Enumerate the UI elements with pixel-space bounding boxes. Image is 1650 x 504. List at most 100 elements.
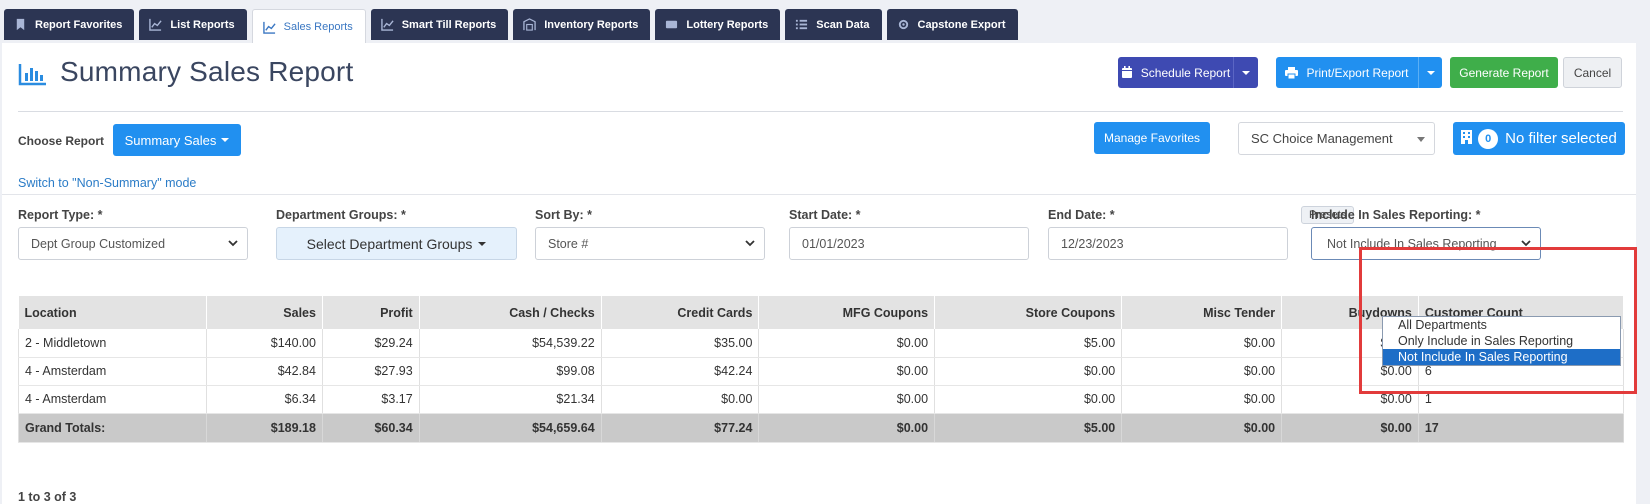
table-cell: $0.00 [1121,385,1283,414]
table-cell: $3.17 [322,385,420,414]
pagination-summary: 1 to 3 of 3 [18,490,77,504]
table-cell: $0.00 [1281,385,1419,414]
report-type-value: Dept Group Customized [31,237,166,251]
bookmark-icon [14,18,27,31]
store-filter-button[interactable]: 0 No filter selected [1453,122,1625,155]
caret-down-icon [1426,70,1435,75]
table-cell: $0.00 [934,357,1123,386]
dropdown-option-selected[interactable]: Not Include In Sales Reporting [1383,349,1620,365]
start-date-label: Start Date: * [789,208,861,222]
print-label: Print/Export Report [1306,65,1409,80]
table-cell: $42.24 [601,357,760,386]
table-cell: $0.00 [758,385,936,414]
table-cell: $0.00 [758,329,936,358]
report-type-label: Report Type: * [18,208,103,222]
tab-capstone-export[interactable]: Capstone Export [886,9,1018,40]
table-cell: $0.00 [1281,413,1419,443]
divider [18,111,1623,112]
table-cell: $5.00 [934,329,1123,358]
table-cell: $0.00 [758,357,936,386]
table-cell: 17 [1418,413,1625,443]
column-header[interactable]: Store Coupons [934,296,1123,329]
tab-sales-reports[interactable]: Sales Reports [251,9,366,44]
print-dropdown-toggle[interactable] [1418,57,1442,88]
table-cell: 1 [1418,385,1625,414]
include-in-sales-select[interactable]: Not Include In Sales Reporting [1311,227,1541,260]
caret-down-icon [221,138,230,142]
schedule-dropdown-toggle[interactable] [1233,57,1258,88]
table-cell: 2 - Middletown [17,329,208,358]
company-select[interactable]: SC Choice Management [1238,122,1435,155]
table-cell: $6.34 [206,385,323,414]
column-header[interactable]: Misc Tender [1121,296,1283,329]
table-cell: $0.00 [1121,357,1283,386]
ticket-icon [665,18,678,31]
building-icon [1461,129,1473,148]
tab-report-favorites[interactable]: Report Favorites [4,9,135,40]
report-tabs: Report Favorites List Reports Sales Repo… [4,9,1018,44]
table-cell: $0.00 [1121,413,1283,443]
tab-label: Scan Data [816,18,870,31]
table-cell: $42.84 [206,357,323,386]
divider [2,194,1650,195]
bar-chart-icon [18,64,46,86]
table-cell: $35.00 [601,329,760,358]
department-groups-label: Department Groups: * [276,208,406,222]
end-date-label: End Date: * [1048,208,1115,222]
column-header[interactable]: Profit [322,296,420,329]
table-cell: $60.34 [322,413,420,443]
caret-down-icon [478,241,487,246]
table-row: 4 - Amsterdam $6.34 $3.17 $21.34 $0.00 $… [17,385,1625,414]
column-header[interactable]: Cash / Checks [419,296,602,329]
tab-scan-data[interactable]: Scan Data [785,9,882,40]
schedule-report-button[interactable]: Schedule Report [1118,57,1233,88]
table-cell: $140.00 [206,329,323,358]
table-cell: $189.18 [206,413,323,443]
sort-by-label: Sort By: * [535,208,592,222]
cancel-button[interactable]: Cancel [1563,57,1622,88]
choose-report-dropdown[interactable]: Summary Sales [113,124,241,156]
report-button-label: Summary Sales [124,132,217,148]
manage-favorites-button[interactable]: Manage Favorites [1094,122,1210,154]
print-export-button[interactable]: Print/Export Report [1276,57,1418,88]
page-title: Summary Sales Report [60,56,354,87]
dropdown-option[interactable]: Only Include in Sales Reporting [1383,333,1620,349]
schedule-label: Schedule Report [1140,65,1231,80]
report-type-select[interactable]: Dept Group Customized [18,227,248,260]
column-header[interactable]: Sales [206,296,323,329]
dropdown-option[interactable]: All Departments [1383,317,1620,333]
sort-by-select[interactable]: Store # [535,227,765,260]
tab-inventory-reports[interactable]: Inventory Reports [513,9,651,40]
table-cell: $29.24 [322,329,420,358]
dept-groups-button-label: Select Department Groups [306,235,473,252]
trend-line-icon [262,21,276,34]
tab-lottery-reports[interactable]: Lottery Reports [655,9,781,40]
table-cell: $0.00 [758,413,936,443]
filter-count-badge: 0 [1478,128,1499,149]
column-header[interactable]: Location [18,296,208,329]
switch-mode-link[interactable]: Switch to "Non-Summary" mode [18,176,196,190]
chevron-down-icon [228,240,238,247]
tab-label: Lottery Reports [686,18,769,31]
tab-label: Inventory Reports [544,18,639,31]
chevron-down-icon [1521,240,1531,247]
table-cell: $27.93 [322,357,420,386]
table-cell: $0.00 [1121,329,1283,358]
filter-label: No filter selected [1505,130,1617,147]
start-date-input[interactable]: 01/01/2023 [789,227,1029,260]
include-in-sales-label: Include In Sales Reporting: * [1311,208,1481,222]
include-in-sales-options: All Departments Only Include in Sales Re… [1382,316,1621,366]
tab-list-reports[interactable]: List Reports [139,9,247,40]
table-cell: $54,539.22 [419,329,602,358]
company-select-value: SC Choice Management [1251,131,1393,146]
end-date-input[interactable]: 12/23/2023 [1048,227,1288,260]
tab-smart-till-reports[interactable]: Smart Till Reports [370,9,509,40]
select-department-groups-button[interactable]: Select Department Groups [276,227,517,260]
table-cell: $0.00 [934,385,1123,414]
table-cell: $0.00 [601,385,760,414]
report-panel: Summary Sales Report Schedule Report Pri… [2,43,1650,504]
generate-report-button[interactable]: Generate Report [1450,57,1558,88]
table-cell: 4 - Amsterdam [17,385,208,414]
column-header[interactable]: MFG Coupons [758,296,936,329]
column-header[interactable]: Credit Cards [601,296,760,329]
